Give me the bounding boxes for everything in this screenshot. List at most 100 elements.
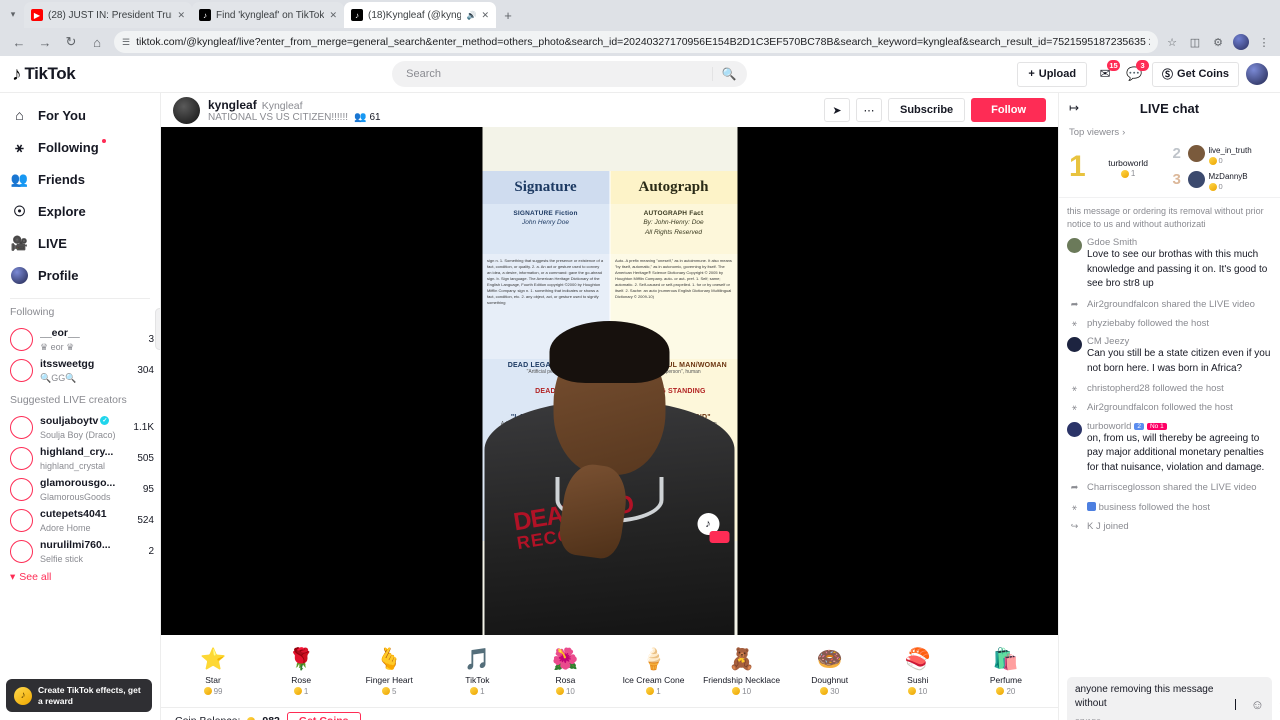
more-options-icon[interactable]: ⋯ (855, 98, 882, 122)
back-icon[interactable]: ← (6, 30, 32, 54)
follow-button[interactable]: Follow (971, 98, 1046, 122)
gift-icon: 🌹 (288, 648, 315, 671)
message-username[interactable]: CM Jeezy (1087, 336, 1272, 347)
gift-cost: 5 (392, 686, 397, 696)
search-input[interactable] (406, 68, 713, 80)
tab-search-dropdown-icon[interactable]: ▾ (2, 0, 24, 28)
chat-header: ↦ LIVE chat (1059, 93, 1280, 123)
browser-tab[interactable]: ▶ (28) JUST IN: President Trump G ✕ (24, 2, 192, 28)
gift-item[interactable]: 🍩 Doughnut 30 (786, 647, 874, 696)
list-item[interactable]: itssweetgg 🔍GG🔍 304 (10, 355, 160, 386)
suggested-heading: Suggested LIVE creators (10, 394, 127, 406)
see-all-button[interactable]: ▾ See all (10, 571, 160, 583)
tiktok-logo-text: TikTok (24, 64, 76, 83)
message-username[interactable]: turboworld (1087, 421, 1131, 432)
tiktok-logo[interactable]: ♪ TikTok (12, 64, 122, 84)
avatar (10, 509, 33, 532)
site-settings-icon[interactable]: ☰ (122, 37, 130, 48)
get-coins-header-button[interactable]: Ⓢ Get Coins (1152, 61, 1239, 87)
avatar[interactable] (1067, 337, 1082, 353)
stream-title: NATIONAL VS US CITIZEN!!!!!! (208, 111, 349, 123)
top-viewer-row[interactable]: 3 MzDannyB 0 (1173, 168, 1271, 191)
sidebar-item-for-you[interactable]: ⌂ For You (10, 99, 160, 131)
sidebar-item-following[interactable]: ⚹ Following (10, 131, 160, 163)
chat-message: turboworld 2 No 1 on, from us, will ther… (1067, 418, 1272, 479)
live-video-player[interactable]: Signature Autograph SIGNATURE Fiction Jo… (161, 127, 1058, 635)
chat-input-box[interactable]: anyone removing this message without ☺ 3… (1067, 677, 1272, 720)
gift-item[interactable]: 🌺 Rosa 10 (521, 647, 609, 696)
gift-name: Perfume (989, 674, 1022, 685)
create-effects-promo[interactable]: ♪ Create TikTok effects, get a reward (6, 679, 152, 712)
message-username[interactable]: Gdoe Smith (1087, 237, 1272, 248)
home-icon[interactable]: ⌂ (84, 30, 110, 54)
avatar[interactable] (1067, 238, 1082, 254)
share-arrow-icon[interactable]: ➤ (823, 98, 850, 122)
chat-message-list[interactable]: this message or ordering its removal wit… (1059, 198, 1280, 672)
stream-username[interactable]: kyngleaf (208, 98, 257, 112)
top-viewers-section: Top viewers › 1 turboworld 1 2 live_in_t… (1059, 123, 1280, 198)
messages-icon[interactable]: ✉ 15 (1094, 60, 1121, 85)
chevron-right-icon: › (1122, 127, 1126, 138)
gift-item[interactable]: 🎵 TikTok 1 (433, 647, 521, 696)
follow-icon: ⚹ (1071, 402, 1078, 413)
new-tab-button[interactable]: + (496, 2, 520, 28)
gift-name: TikTok (465, 674, 490, 685)
search-box[interactable]: 🔍 (392, 61, 748, 87)
sidebar-item-profile[interactable]: Profile (10, 259, 160, 291)
reload-icon[interactable]: ↻ (58, 30, 84, 54)
sidebar-item-explore[interactable]: ☉ Explore (10, 195, 160, 227)
collapse-panel-icon[interactable]: ↦ (1069, 101, 1087, 115)
avatar[interactable] (173, 96, 200, 124)
message-text: business followed the host (1098, 501, 1211, 513)
browser-tab-active[interactable]: ♪ (18)Kyngleaf (@kyngleaf) is 🔊 ✕ (344, 2, 496, 28)
inbox-icon[interactable]: 💬 3 (1123, 60, 1150, 85)
upload-button[interactable]: + Upload (1017, 61, 1088, 87)
home-icon: ⌂ (15, 107, 24, 123)
gift-item[interactable]: ⭐ Star 99 (169, 647, 257, 696)
tiktok-icon: ♪ (199, 9, 211, 21)
gift-item[interactable]: 🌹 Rose 1 (257, 647, 345, 696)
avatar[interactable] (1246, 63, 1268, 85)
avatar (10, 416, 33, 439)
close-icon[interactable]: ✕ (177, 10, 185, 21)
subscribe-button[interactable]: Subscribe (887, 98, 966, 122)
list-item[interactable]: highland_cry... highland_crystal 505 (10, 443, 160, 474)
coin-balance-bar: Coin Balance: 982 Get Coins (161, 707, 1058, 720)
chrome-menu-icon[interactable]: ⋮ (1254, 32, 1274, 52)
list-item[interactable]: cutepets4041 Adore Home 524 (10, 505, 160, 536)
browser-tab[interactable]: ♪ Find 'kyngleaf' on TikTok | TikTo ✕ (192, 2, 344, 28)
message-text: christopherd28 followed the host (1087, 383, 1224, 395)
search-icon[interactable]: 🔍 (713, 67, 745, 81)
avatar[interactable] (1067, 421, 1082, 437)
list-item[interactable]: __eor__ ♛ eor ♛ 3 (10, 324, 160, 355)
close-icon[interactable]: ✕ (481, 10, 489, 21)
sidebar-item-live[interactable]: 🎥 LIVE (10, 227, 160, 259)
forward-icon[interactable]: → (32, 30, 58, 54)
message-text: this message or ordering its removal wit… (1067, 206, 1264, 230)
gift-item[interactable]: 🍦 Ice Cream Cone 1 (609, 647, 697, 696)
chart-sub-right-3: All Rights Reserved (644, 228, 703, 236)
profile-icon[interactable] (1231, 32, 1251, 52)
compass-icon: ☉ (13, 202, 26, 219)
top-viewer-row[interactable]: 2 live_in_truth 0 (1173, 142, 1271, 165)
get-coins-button[interactable]: Get Coins (286, 711, 361, 720)
gift-item[interactable]: 🛍️ Perfume 20 (962, 647, 1050, 696)
extensions-icon[interactable]: ⚙ (1208, 32, 1228, 52)
top-viewer-first[interactable]: 1 turboworld 1 (1069, 142, 1167, 191)
list-item[interactable]: glamorousgo... GlamorousGoods 95 (10, 474, 160, 505)
url-bar[interactable]: ☰ tiktok.com/@kyngleaf/live?enter_from_m… (114, 31, 1158, 53)
top-viewers-label-row[interactable]: Top viewers › (1069, 127, 1270, 138)
sidebar-scroll-handle[interactable] (155, 308, 160, 350)
audio-playing-icon[interactable]: 🔊 (466, 11, 476, 20)
sidepanel-icon[interactable]: ◫ (1185, 32, 1205, 52)
gift-cost: 30 (830, 686, 840, 696)
sidebar-item-friends[interactable]: 👥 Friends (10, 163, 160, 195)
list-item[interactable]: souljaboytv ✓ Soulja Boy (Draco) 1.1K (10, 412, 160, 443)
close-icon[interactable]: ✕ (329, 10, 337, 21)
list-item[interactable]: nurulilmi760... Selfie stick 2 (10, 536, 160, 567)
gift-item[interactable]: 🫰 Finger Heart 5 (345, 647, 433, 696)
emoji-icon[interactable]: ☺ (1251, 697, 1264, 712)
gift-item[interactable]: 🧸 Friendship Necklace 10 (698, 647, 786, 696)
bookmark-star-icon[interactable]: ☆ (1162, 32, 1182, 52)
gift-item[interactable]: 🍣 Sushi 10 (874, 647, 962, 696)
